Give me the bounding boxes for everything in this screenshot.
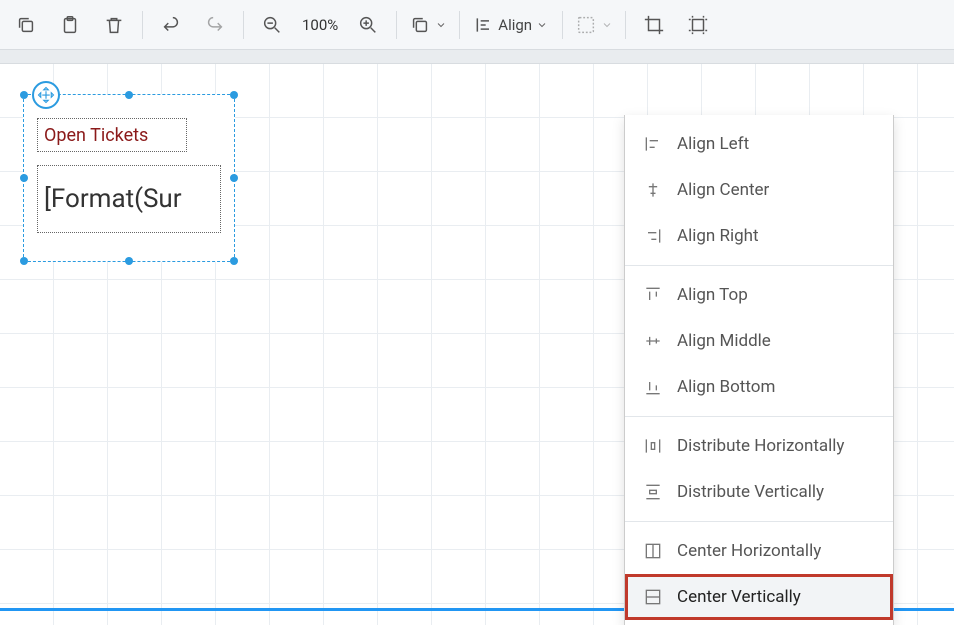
crop-button[interactable] — [632, 5, 676, 45]
menu-divider — [625, 416, 893, 417]
trash-icon — [103, 14, 125, 36]
artboard-icon — [687, 14, 709, 36]
redo-button[interactable] — [193, 5, 237, 45]
crop-icon — [643, 14, 665, 36]
resize-handle-tm[interactable] — [125, 91, 133, 99]
chevron-down-icon — [435, 19, 447, 31]
artboard-button[interactable] — [676, 5, 720, 45]
data-element[interactable]: [Format(Sur — [37, 165, 221, 233]
align-bottom-icon — [643, 377, 663, 397]
resize-handle-tl[interactable] — [20, 91, 28, 99]
paste-icon — [59, 14, 81, 36]
toolbar-separator — [459, 11, 460, 39]
distribute-h-icon — [643, 436, 663, 456]
toolbar-separator — [142, 11, 143, 39]
move-icon — [37, 86, 55, 104]
menu-divider — [625, 521, 893, 522]
distribute-v-icon — [643, 482, 663, 502]
zoom-level[interactable]: 100% — [294, 16, 346, 34]
menu-align-middle[interactable]: Align Middle — [625, 318, 893, 364]
undo-button[interactable] — [149, 5, 193, 45]
menu-label: Center Horizontally — [677, 541, 821, 561]
chevron-down-icon — [536, 19, 548, 31]
align-center-icon — [643, 180, 663, 200]
menu-center-horizontal[interactable]: Center Horizontally — [625, 528, 893, 574]
resize-handle-mr[interactable] — [230, 174, 238, 182]
resize-handle-ml[interactable] — [20, 174, 28, 182]
copy-button[interactable] — [4, 5, 48, 45]
menu-align-right[interactable]: Align Right — [625, 213, 893, 259]
align-label: Align — [498, 16, 532, 34]
fit-icon — [409, 14, 431, 36]
copy-icon — [15, 14, 37, 36]
chevron-down-icon — [601, 19, 613, 31]
group-icon — [575, 14, 597, 36]
toolbar-substrip — [0, 50, 954, 64]
menu-label: Align Middle — [677, 331, 771, 351]
toolbar-separator — [243, 11, 244, 39]
move-handle[interactable] — [32, 81, 60, 109]
redo-icon — [204, 14, 226, 36]
delete-button[interactable] — [92, 5, 136, 45]
center-v-icon — [643, 587, 663, 607]
zoom-out-icon — [261, 14, 283, 36]
align-left-icon — [474, 15, 494, 35]
toolbar: 100% Align — [0, 0, 954, 50]
menu-distribute-horizontal[interactable]: Distribute Horizontally — [625, 423, 893, 469]
menu-label: Align Top — [677, 285, 748, 305]
menu-align-bottom[interactable]: Align Bottom — [625, 364, 893, 410]
menu-label: Align Left — [677, 134, 749, 154]
selection-box[interactable]: Open Tickets [Format(Sur — [23, 94, 235, 262]
menu-label: Distribute Horizontally — [677, 436, 844, 456]
menu-label: Align Bottom — [677, 377, 775, 397]
paste-button[interactable] — [48, 5, 92, 45]
menu-label: Align Center — [677, 180, 769, 200]
menu-label: Center Vertically — [677, 587, 801, 607]
zoom-in-button[interactable] — [346, 5, 390, 45]
menu-align-left[interactable]: Align Left — [625, 121, 893, 167]
design-canvas[interactable]: Open Tickets [Format(Sur Align Left Alig… — [0, 64, 954, 625]
menu-center-vertical[interactable]: Center Vertically — [625, 574, 893, 620]
align-top-icon — [643, 285, 663, 305]
resize-handle-bm[interactable] — [125, 257, 133, 265]
resize-handle-tr[interactable] — [230, 91, 238, 99]
menu-align-top[interactable]: Align Top — [625, 272, 893, 318]
align-middle-icon — [643, 331, 663, 351]
zoom-in-icon — [357, 14, 379, 36]
zoom-out-button[interactable] — [250, 5, 294, 45]
menu-label: Distribute Vertically — [677, 482, 824, 502]
undo-icon — [160, 14, 182, 36]
align-left-icon — [643, 134, 663, 154]
menu-distribute-vertical[interactable]: Distribute Vertically — [625, 469, 893, 515]
group-dropdown — [569, 5, 619, 45]
align-dropdown-menu: Align Left Align Center Align Right Alig… — [624, 115, 894, 625]
toolbar-separator — [625, 11, 626, 39]
fit-dropdown[interactable] — [403, 5, 453, 45]
align-dropdown-button[interactable]: Align — [466, 5, 556, 45]
center-h-icon — [643, 541, 663, 561]
label-element[interactable]: Open Tickets — [37, 118, 187, 152]
resize-handle-bl[interactable] — [20, 257, 28, 265]
toolbar-separator — [562, 11, 563, 39]
menu-label: Align Right — [677, 226, 759, 246]
menu-align-center[interactable]: Align Center — [625, 167, 893, 213]
menu-divider — [625, 265, 893, 266]
align-right-icon — [643, 226, 663, 246]
toolbar-separator — [396, 11, 397, 39]
resize-handle-br[interactable] — [230, 257, 238, 265]
